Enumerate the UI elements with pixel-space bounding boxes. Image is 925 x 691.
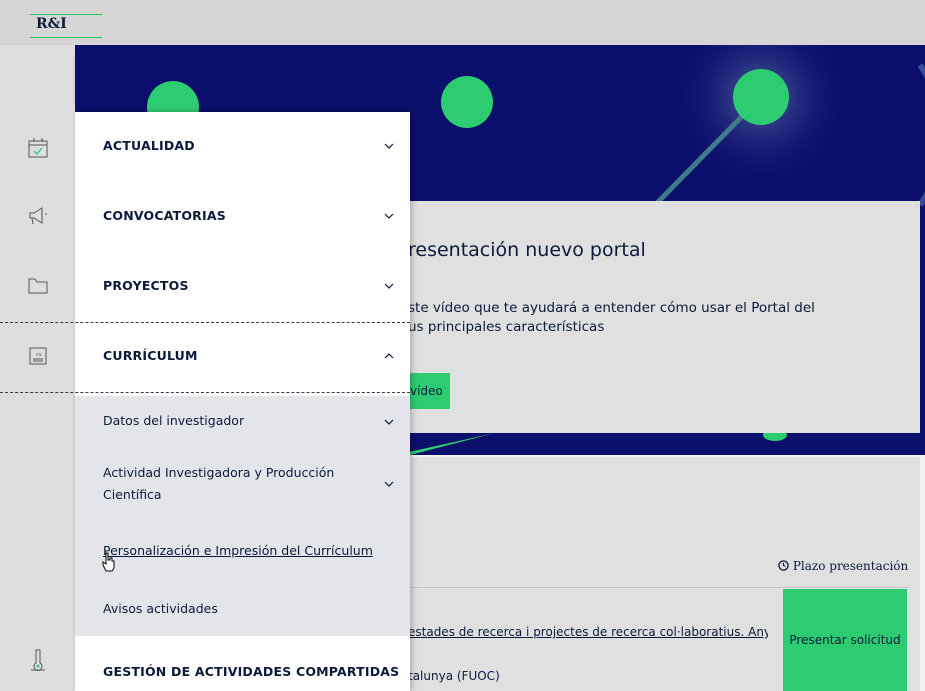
menu-item-actualidad[interactable]: ACTUALIDAD xyxy=(75,124,410,168)
menu-item-label: CONVOCATORIAS xyxy=(103,208,226,223)
submenu-item-avisos[interactable]: Avisos actividades xyxy=(75,594,410,624)
icon-sidebar: cv xyxy=(0,45,410,691)
video-card-desc-line1: ste vídeo que te ayudará a entender cómo… xyxy=(408,300,815,316)
chevron-down-icon xyxy=(384,419,394,425)
submenu-item-label: Personalización e Impresión del Currícul… xyxy=(103,543,373,558)
chevron-down-icon xyxy=(384,143,394,149)
chevron-up-icon xyxy=(384,353,394,359)
plazo-header[interactable]: Plazo presentación xyxy=(778,559,908,573)
call-organization: talunya (FUOC) xyxy=(408,669,500,683)
video-card-title: resentación nuevo portal xyxy=(408,239,646,261)
curriculum-submenu: Datos del investigador Actividad Investi… xyxy=(75,396,410,636)
chevron-down-icon xyxy=(384,481,394,487)
calendar-icon[interactable] xyxy=(0,123,75,173)
menu-item-proyectos[interactable]: PROYECTOS xyxy=(75,264,410,308)
menu-item-convocatorias[interactable]: CONVOCATORIAS xyxy=(75,194,410,238)
video-card: resentación nuevo portal ste vídeo que t… xyxy=(408,201,920,433)
thermometer-icon[interactable] xyxy=(0,635,75,685)
menu-item-curriculum[interactable]: CURRÍCULUM xyxy=(75,334,410,378)
menu-item-label: GESTIÓN DE ACTIVIDADES COMPARTIDAS xyxy=(103,664,400,679)
focus-outline-bottom xyxy=(0,392,410,393)
submenu-item-label-line1: Actividad Investigadora y Producción xyxy=(103,465,335,480)
menu-item-label: PROYECTOS xyxy=(103,278,189,293)
logo[interactable]: R&I xyxy=(30,10,102,40)
submenu-item-label-line2: Científica xyxy=(103,487,162,502)
cv-icon[interactable]: cv xyxy=(0,331,75,381)
nav-dropdown-menu: ACTUALIDAD CONVOCATORIAS PROYECTOS CURRÍ… xyxy=(75,112,410,691)
clock-icon xyxy=(778,560,789,571)
folder-icon[interactable] xyxy=(0,261,75,311)
menu-item-label: CURRÍCULUM xyxy=(103,348,198,363)
plazo-label: Plazo presentación xyxy=(792,559,909,573)
video-card-description: ste vídeo que te ayudará a entender cómo… xyxy=(408,299,848,337)
call-title-link[interactable]: estades de recerca i projectes de recerc… xyxy=(408,625,768,639)
submenu-item-datos-investigador[interactable]: Datos del investigador xyxy=(75,406,410,436)
submenu-item-personalizacion[interactable]: Personalización e Impresión del Currícul… xyxy=(75,536,410,572)
menu-item-gestion-actividades[interactable]: GESTIÓN DE ACTIVIDADES COMPARTIDAS xyxy=(75,650,410,691)
logo-text: R&I xyxy=(36,16,67,32)
chevron-down-icon xyxy=(384,283,394,289)
submenu-item-label: Datos del investigador xyxy=(103,413,245,428)
top-bar: R&I xyxy=(0,0,925,45)
submit-application-button[interactable]: Presentar solicitud xyxy=(783,589,907,691)
hand-cursor-icon xyxy=(102,552,115,572)
video-card-desc-line2: us principales características xyxy=(408,319,605,335)
menu-item-label: ACTUALIDAD xyxy=(103,138,195,153)
divider xyxy=(408,587,908,588)
megaphone-icon[interactable] xyxy=(0,191,75,241)
focus-outline-top xyxy=(0,322,410,323)
logo-line-bottom xyxy=(30,37,102,38)
watch-video-button[interactable]: vídeo xyxy=(408,373,450,409)
logo-line-top xyxy=(30,14,102,15)
chevron-down-icon xyxy=(384,213,394,219)
submenu-item-actividad-investigadora[interactable]: Actividad Investigadora y Producción Cie… xyxy=(75,460,410,510)
submenu-item-label: Avisos actividades xyxy=(103,601,218,616)
svg-text:cv: cv xyxy=(36,352,42,358)
calls-card: Plazo presentación estades de recerca i … xyxy=(408,457,920,691)
